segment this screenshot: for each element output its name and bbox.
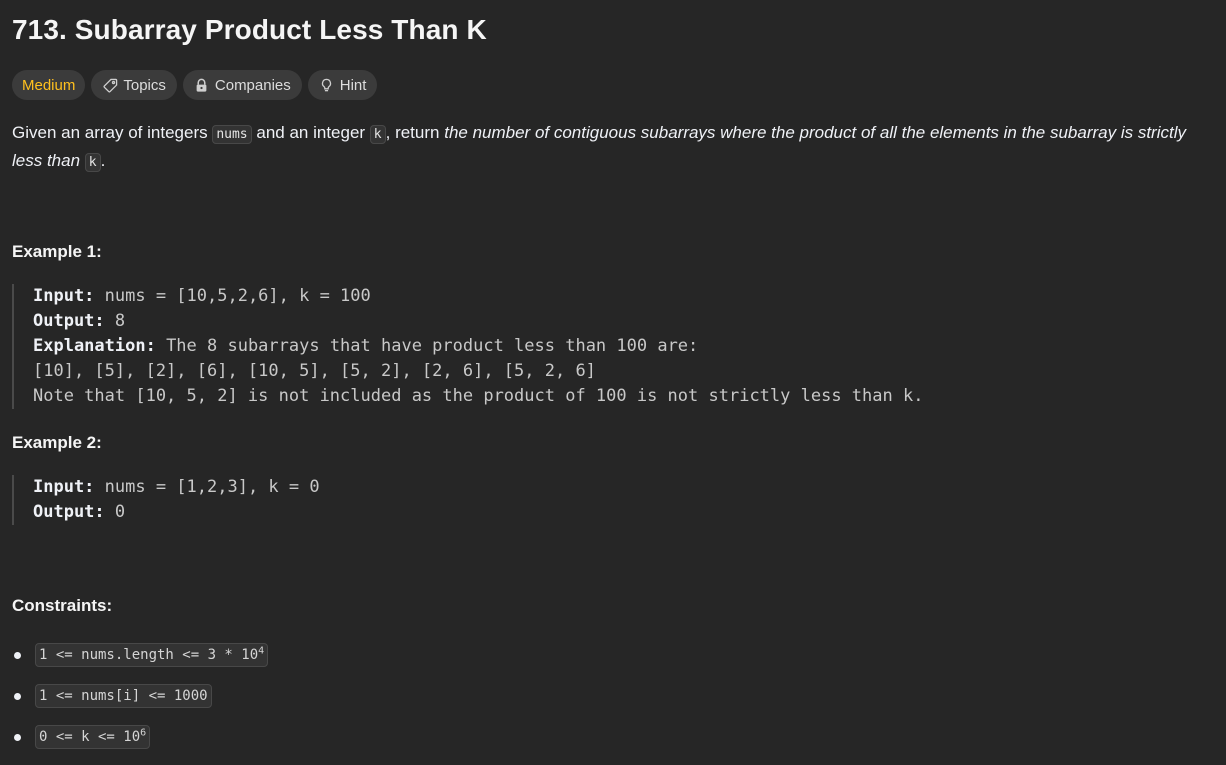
problem-title: 713. Subarray Product Less Than K — [12, 14, 487, 45]
constraint-exponent: 4 — [258, 645, 265, 657]
example-1-heading: Example 1: — [12, 242, 102, 261]
problem-statement: Given an array of integers nums and an i… — [12, 120, 1212, 176]
statement-text: Given an array of integers — [12, 123, 213, 142]
constraint-code: 1 <= nums[i] <= 1000 — [35, 684, 212, 708]
input-value: nums = [1,2,3], k = 0 — [94, 477, 320, 497]
input-label: Input: — [33, 286, 95, 306]
statement-text: . — [100, 151, 106, 170]
inline-code-k: k — [84, 153, 101, 172]
constraint-text: 0 <= k <= 10 — [39, 729, 141, 745]
constraint-code: 0 <= k <= 106 — [35, 725, 151, 749]
constraint-item: 0 <= k <= 106 — [12, 725, 268, 765]
explanation-value: The 8 subarrays that have product less t… — [155, 336, 699, 356]
input-value: nums = [10,5,2,6], k = 100 — [94, 286, 371, 306]
output-label: Output: — [33, 502, 105, 522]
hint-button[interactable]: Hint — [307, 70, 378, 100]
constraints-heading: Constraints: — [12, 596, 113, 615]
explanation-label: Explanation: — [33, 336, 156, 356]
constraints-list: 1 <= nums.length <= 3 * 104 1 <= nums[i]… — [12, 643, 269, 765]
output-value: 8 — [104, 311, 126, 331]
constraint-item: 1 <= nums[i] <= 1000 — [12, 684, 268, 725]
constraint-text: 1 <= nums.length <= 3 * 10 — [39, 647, 259, 663]
constraint-code: 1 <= nums.length <= 3 * 104 — [35, 643, 269, 667]
companies-button[interactable]: Companies — [182, 70, 302, 100]
constraint-item: 1 <= nums.length <= 3 * 104 — [12, 643, 269, 684]
lightbulb-icon — [319, 77, 335, 93]
statement-text: , return — [385, 123, 445, 142]
hint-label: Hint — [339, 76, 367, 94]
topics-button[interactable]: Topics — [91, 70, 177, 100]
inline-code-nums: nums — [212, 125, 252, 144]
bullet-icon — [14, 693, 21, 700]
output-label: Output: — [33, 311, 105, 331]
problem-description-panel: 713. Subarray Product Less Than K Medium… — [0, 0, 1226, 765]
topics-label: Topics — [123, 76, 166, 94]
lock-icon — [194, 77, 210, 93]
companies-label: Companies — [214, 76, 291, 94]
statement-text: and an integer — [251, 123, 370, 142]
example-1-block: Input: nums = [10,5,2,6], k = 100 Output… — [12, 284, 923, 409]
input-label: Input: — [33, 477, 95, 497]
constraint-exponent: 6 — [140, 727, 147, 739]
example-2-block: Input: nums = [1,2,3], k = 0 Output: 0 — [12, 475, 320, 525]
tag-icon — [102, 77, 118, 93]
difficulty-badge: Medium — [12, 70, 86, 100]
bullet-icon — [14, 652, 21, 659]
output-value: 0 — [104, 502, 126, 522]
example-2-heading: Example 2: — [12, 433, 102, 452]
inline-code-k: k — [369, 125, 386, 144]
bullet-icon — [14, 734, 21, 741]
tag-chips: Medium Topics Companies Hint — [12, 70, 378, 100]
explanation-line: [10], [5], [2], [6], [10, 5], [5, 2], [2… — [33, 361, 596, 381]
explanation-line: Note that [10, 5, 2] is not included as … — [33, 386, 924, 406]
